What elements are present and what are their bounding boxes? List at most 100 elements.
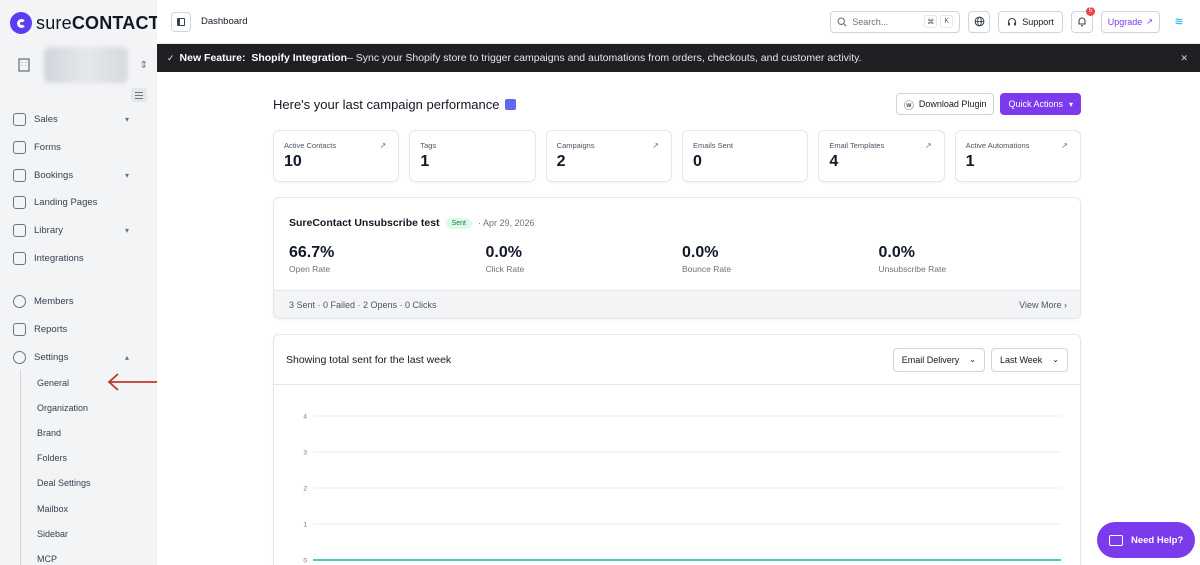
metric-value: 66.7% bbox=[289, 244, 335, 261]
sidebar-item-settings[interactable]: Settings ▴ bbox=[0, 344, 157, 372]
stat-label: Emails Sent bbox=[692, 141, 734, 150]
sidebar-item-library[interactable]: Library ▾ bbox=[0, 217, 157, 245]
data-point bbox=[636, 559, 638, 561]
quick-actions-button[interactable]: Quick Actions ▾ bbox=[1000, 93, 1081, 115]
metric-value: 0.0% bbox=[878, 244, 915, 261]
page-title: Here's your last campaign performance bbox=[273, 96, 500, 112]
cart-icon bbox=[13, 113, 26, 127]
metric-label: Bounce Rate bbox=[682, 264, 732, 274]
stat-label: Tags bbox=[420, 141, 437, 150]
settings-item-organization[interactable]: Organization bbox=[21, 395, 158, 420]
stat-card-tags[interactable]: Tags 1 bbox=[409, 130, 536, 182]
data-point bbox=[955, 559, 958, 561]
feature-banner: ✓ New Feature: Shopify Integration – Syn… bbox=[157, 44, 1200, 72]
building-icon bbox=[18, 58, 30, 72]
settings-item-folders[interactable]: Folders bbox=[21, 446, 158, 471]
chevron-down-icon: ▾ bbox=[124, 170, 129, 180]
sidebar-collapse-button[interactable] bbox=[131, 88, 147, 102]
metric-select[interactable]: Email Delivery ⌄ bbox=[892, 347, 985, 372]
sidebar-nav: Sales ▾ Forms Bookings ▾ Landing Pages Lib… bbox=[0, 106, 157, 371]
stat-label: Active Contacts bbox=[284, 141, 337, 150]
brand-logo[interactable]: sureCONTACT bbox=[10, 12, 160, 34]
language-button[interactable] bbox=[968, 10, 991, 33]
banner-text: – Sync your Shopify store to trigger cam… bbox=[347, 52, 862, 64]
settings-item-brand[interactable]: Brand bbox=[21, 420, 158, 445]
stat-label: Active Automations bbox=[965, 141, 1030, 150]
stat-value: 1 bbox=[420, 153, 430, 170]
chevron-down-icon: ▾ bbox=[124, 226, 129, 236]
support-button[interactable]: Support bbox=[998, 10, 1063, 33]
campaign-summary-bar: 3 Sent · 0 Failed · 2 Opens · 0 Clicks V… bbox=[274, 290, 1080, 318]
layout-icon bbox=[13, 196, 26, 210]
surecontact-mini-logo-icon[interactable]: ≋ bbox=[1172, 15, 1186, 29]
sidebar-item-sales[interactable]: Sales ▾ bbox=[0, 106, 157, 134]
forms-icon bbox=[13, 141, 26, 155]
range-select[interactable]: Last Week ⌄ bbox=[990, 347, 1068, 372]
stat-card-active-contacts[interactable]: Active Contacts 10 ↗ bbox=[273, 130, 400, 182]
panel-icon bbox=[177, 17, 185, 26]
view-more-label: View More bbox=[1019, 299, 1062, 310]
download-plugin-label: Download Plugin bbox=[918, 99, 987, 109]
organization-name-blurred bbox=[43, 47, 128, 83]
notifications-button[interactable]: 5 bbox=[1070, 6, 1095, 33]
mailbox-emoji-icon bbox=[505, 98, 517, 110]
stat-value: 0 bbox=[692, 153, 702, 170]
search-shortcut: ⌘ K bbox=[924, 15, 954, 28]
download-plugin-button[interactable]: ⓦ Download Plugin bbox=[895, 93, 995, 115]
settings-item-sidebar[interactable]: Sidebar bbox=[21, 521, 158, 546]
status-badge: Sent bbox=[445, 217, 472, 229]
sidebar-item-label: Settings bbox=[34, 351, 69, 363]
breadcrumb: Dashboard bbox=[201, 16, 248, 27]
banner-lead: New Feature: bbox=[179, 52, 246, 64]
brand-name-prefix: sure bbox=[36, 12, 72, 33]
banner-feature[interactable]: Shopify Integration bbox=[251, 52, 347, 64]
quick-actions-label: Quick Actions bbox=[1008, 99, 1063, 109]
campaign-summary: 3 Sent · 0 Failed · 2 Opens · 0 Clicks bbox=[289, 299, 437, 310]
sidebar-toggle-button[interactable] bbox=[171, 11, 191, 32]
search-placeholder: Search... bbox=[852, 16, 889, 27]
stat-card-campaigns[interactable]: Campaigns 2 ↗ bbox=[545, 130, 672, 182]
external-link-icon: ↗ bbox=[652, 141, 659, 150]
chevron-down-icon: ▾ bbox=[124, 115, 129, 125]
stat-value: 4 bbox=[829, 153, 839, 170]
upgrade-button[interactable]: Upgrade ↗ bbox=[1100, 10, 1160, 33]
campaign-date: · Apr 29, 2026 bbox=[477, 218, 535, 228]
command-key: ⌘ bbox=[924, 15, 938, 28]
search-input[interactable]: Search... ⌘ K bbox=[830, 10, 961, 33]
data-point bbox=[423, 559, 425, 561]
external-link-icon: ↗ bbox=[1146, 17, 1153, 26]
metric-value: 0.0% bbox=[682, 244, 719, 261]
settings-item-mailbox[interactable]: Mailbox bbox=[21, 496, 158, 521]
view-more-link[interactable]: View More › bbox=[1019, 300, 1067, 310]
sidebar-item-members[interactable]: Members bbox=[0, 288, 157, 316]
settings-item-mcp[interactable]: MCP bbox=[21, 546, 158, 565]
metric-click-rate: 0.0% Click Rate bbox=[486, 244, 683, 274]
sidebar-item-bookings[interactable]: Bookings ▾ bbox=[0, 161, 157, 189]
chart-title: Showing total sent for the last week bbox=[286, 353, 452, 366]
stat-card-email-templates[interactable]: Email Templates 4 ↗ bbox=[818, 130, 945, 182]
y-tick-label: 0 bbox=[303, 558, 307, 565]
wordpress-icon: ⓦ bbox=[903, 100, 914, 112]
sidebar-item-reports[interactable]: Reports bbox=[0, 316, 157, 344]
stat-card-active-automations[interactable]: Active Automations 1 ↗ bbox=[954, 130, 1081, 182]
chevron-up-down-icon: ⇕ bbox=[139, 59, 148, 71]
brand-name-suffix: CONTACT bbox=[71, 12, 160, 33]
chat-icon bbox=[1109, 534, 1123, 546]
sidebar-item-landing-pages[interactable]: Landing Pages bbox=[0, 189, 157, 217]
stats-row: Active Contacts 10 ↗ Tags 1 Campaigns 2 ↗ Ema… bbox=[273, 130, 1081, 182]
sidebar-item-label: Sales bbox=[34, 114, 58, 126]
sidebar-item-label: Landing Pages bbox=[34, 197, 98, 209]
campaign-name[interactable]: SureContact Unsubscribe test bbox=[289, 217, 440, 229]
close-icon[interactable]: ✕ bbox=[1180, 53, 1188, 64]
external-link-icon: ↗ bbox=[379, 141, 387, 150]
chevron-down-icon: ⌄ bbox=[1052, 355, 1059, 364]
sidebar-item-forms[interactable]: Forms bbox=[0, 134, 157, 162]
sidebar-item-integrations[interactable]: Integrations bbox=[0, 244, 157, 272]
stat-card-emails-sent[interactable]: Emails Sent 0 bbox=[681, 130, 809, 182]
settings-item-deal-settings[interactable]: Deal Settings bbox=[21, 471, 158, 496]
metric-select-value: Email Delivery bbox=[901, 354, 960, 365]
need-help-button[interactable]: Need Help? bbox=[1097, 522, 1196, 558]
globe-icon bbox=[974, 16, 985, 27]
organization-switcher[interactable]: ⇕ bbox=[8, 44, 148, 86]
data-point bbox=[529, 559, 532, 561]
